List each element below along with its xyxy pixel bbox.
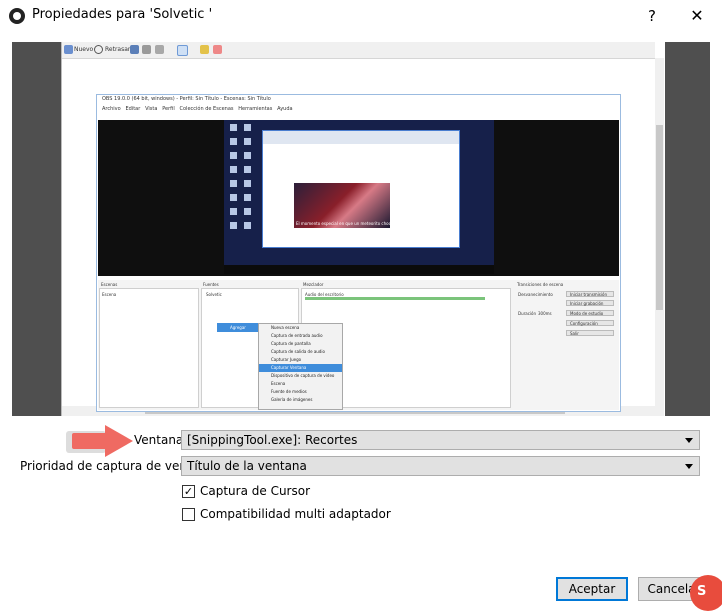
preview-letterbox-right — [664, 42, 710, 416]
context-menu-item: Dispositivo de captura de video — [271, 373, 335, 378]
desktop-icon — [230, 152, 237, 159]
window-title: Propiedades para 'Solvetic ' — [32, 7, 213, 22]
obs-menu-item: Archivo — [102, 106, 121, 112]
scenes-dock — [99, 288, 199, 408]
context-submenu-label: Agregar — [230, 325, 246, 330]
settings-button: Configuración — [566, 320, 614, 326]
priority-select-value: Título de la ventana — [187, 459, 307, 473]
context-menu-item: Galería de imágenes — [271, 397, 313, 402]
obs-menu-item: Vista — [145, 106, 158, 112]
help-button[interactable]: ? — [640, 4, 664, 28]
desktop-icon — [244, 222, 251, 229]
obs-inner-title: OBS 19.0.0 (64 bit, windows) - Perfil: S… — [102, 96, 271, 102]
close-button[interactable]: ✕ — [682, 4, 712, 28]
solvetic-logo-letter: S — [697, 584, 707, 599]
desktop-icon — [230, 138, 237, 145]
desktop-icon — [244, 180, 251, 187]
obs-menu-item: Editar — [125, 106, 141, 112]
context-menu-item: Captura de pantalla — [271, 341, 311, 346]
context-menu-item-highlighted: Capturar Ventana — [271, 365, 307, 370]
capture-cursor-checkbox[interactable]: ✓ — [182, 485, 195, 498]
desktop-icon — [230, 124, 237, 131]
desktop-icon — [230, 166, 237, 173]
context-menu-item: Captura de salida de audio — [271, 349, 325, 354]
desktop-icon — [230, 180, 237, 187]
obs-inner-browser-toolbar — [263, 131, 459, 144]
window-select[interactable]: [SnippingTool.exe]: Recortes — [181, 430, 700, 450]
context-menu-item: Nueva escena — [271, 325, 300, 330]
obs-menu-item: Colección de Escenas — [179, 106, 234, 112]
chevron-down-icon — [685, 438, 693, 443]
multi-adapter-label: Compatibilidad multi adaptador — [200, 507, 391, 521]
new-snip-label: Nuevo — [74, 46, 94, 53]
obs-menu-item: Herramientas — [238, 106, 273, 112]
desktop-icon — [230, 222, 237, 229]
multi-adapter-checkbox[interactable] — [182, 508, 195, 521]
duration-value: 300ms — [538, 311, 552, 316]
save-icon — [130, 45, 139, 54]
copy-icon — [142, 45, 151, 54]
desktop-icon — [244, 208, 251, 215]
sources-dock-title: Fuentes — [203, 282, 219, 287]
desktop-icon — [244, 194, 251, 201]
obs-menu-item: Perfil — [162, 106, 175, 112]
scissors-icon — [64, 45, 73, 54]
obs-inner-menubar: Archivo Editar Vista Perfil Colección de… — [102, 106, 293, 112]
delay-label: Retrasar — [105, 46, 131, 53]
source-item: Solvetic — [206, 292, 222, 297]
exit-button: Salir — [566, 330, 614, 336]
eraser-icon — [213, 45, 222, 54]
context-menu-item: Captura de entrada audio — [271, 333, 323, 338]
context-menu-item: Escena — [271, 381, 286, 386]
pointer-arrow-icon — [72, 433, 106, 449]
priority-select[interactable]: Título de la ventana — [181, 456, 700, 476]
window-label: Ventana — [134, 433, 184, 447]
obs-app-icon — [9, 8, 25, 24]
obs-inner-taskbar — [224, 265, 494, 274]
scene-item: Escena — [102, 292, 117, 297]
desktop-icon — [244, 166, 251, 173]
context-menu-item: Fuente de medios — [271, 389, 307, 394]
meteor-caption: El momento especial en que un meteorito … — [296, 221, 394, 226]
captured-vertical-thumb — [656, 125, 663, 310]
transition-select: Desvanecimiento — [518, 292, 553, 297]
mixer-dock-title: Mezclador — [303, 282, 324, 287]
chevron-down-icon — [685, 464, 693, 469]
preview-letterbox-left — [12, 42, 61, 416]
pointer-arrow-head-icon — [105, 425, 133, 457]
start-recording-button: Iniciar grabación — [566, 300, 614, 306]
studio-mode-button: Modo de estudio — [566, 310, 614, 316]
window-select-value: [SnippingTool.exe]: Recortes — [187, 433, 358, 447]
highlighter-icon — [200, 45, 209, 54]
desktop-icon — [230, 194, 237, 201]
context-menu-item: Capturar Juego — [271, 357, 302, 362]
snipping-toolbar: Nuevo Retrasar — [62, 42, 655, 59]
capture-cursor-label: Captura de Cursor — [200, 484, 311, 498]
desktop-icon — [244, 138, 251, 145]
scenes-dock-title: Escenas — [101, 282, 118, 287]
send-icon — [155, 45, 164, 54]
transitions-dock-title: Transiciones de escena — [517, 282, 564, 287]
duration-label: Duración — [518, 311, 537, 316]
obs-menu-item: Ayuda — [277, 106, 293, 112]
desktop-icon — [244, 124, 251, 131]
pen-icon — [177, 45, 188, 56]
ok-button[interactable]: Aceptar — [556, 577, 628, 601]
audio-meter — [305, 297, 485, 300]
clock-icon — [94, 45, 103, 54]
desktop-icon — [230, 208, 237, 215]
desktop-icon — [244, 152, 251, 159]
start-streaming-button: Iniciar transmisión — [566, 291, 614, 297]
